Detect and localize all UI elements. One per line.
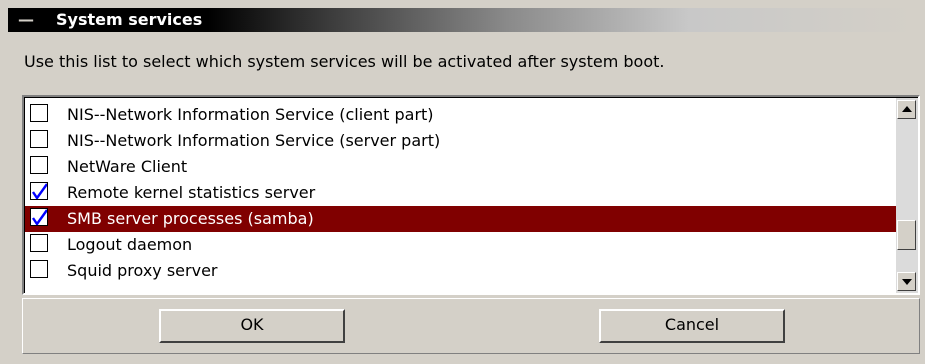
scroll-up-button[interactable] [897, 100, 916, 119]
service-row[interactable]: Squid proxy server [25, 258, 896, 284]
service-row[interactable]: Remote kernel statistics server [25, 180, 896, 206]
arrow-down-icon [902, 279, 912, 285]
scroll-down-button[interactable] [897, 272, 916, 291]
service-label: SMB server processes (samba) [67, 209, 314, 228]
service-checkbox[interactable] [30, 104, 48, 122]
window-title: System services [56, 10, 203, 29]
services-list: NIS--Network Information Service (client… [25, 102, 896, 284]
service-row[interactable]: NIS--Network Information Service (server… [25, 128, 896, 154]
cancel-button[interactable]: Cancel [599, 309, 785, 343]
service-row[interactable]: NetWare Client [25, 154, 896, 180]
services-listbox[interactable]: NIS--Network Information Service (client… [22, 95, 920, 295]
checkmark-icon [32, 209, 47, 225]
service-row[interactable]: Logout daemon [25, 232, 896, 258]
service-label: Squid proxy server [67, 261, 218, 280]
checkmark-icon [32, 183, 47, 199]
service-checkbox[interactable] [30, 234, 48, 252]
service-label: NIS--Network Information Service (server… [67, 131, 441, 150]
scroll-thumb[interactable] [897, 220, 916, 250]
service-checkbox[interactable] [30, 208, 48, 226]
description-text: Use this list to select which system ser… [24, 52, 665, 71]
service-checkbox[interactable] [30, 260, 48, 278]
arrow-up-icon [902, 106, 912, 112]
collapse-icon[interactable]: — [18, 12, 34, 28]
service-checkbox[interactable] [30, 156, 48, 174]
service-label: NetWare Client [67, 157, 188, 176]
service-row[interactable]: SMB server processes (samba) [25, 206, 896, 232]
service-checkbox[interactable] [30, 130, 48, 148]
vertical-scrollbar[interactable] [896, 98, 918, 293]
ok-button[interactable]: OK [159, 309, 345, 343]
listbox-frame: NIS--Network Information Service (client… [24, 97, 918, 293]
service-label: Remote kernel statistics server [67, 183, 316, 202]
title-bar: — System services [8, 8, 916, 32]
button-panel: OK Cancel [22, 298, 920, 354]
service-label: Logout daemon [67, 235, 193, 254]
service-label: NIS--Network Information Service (client… [67, 105, 434, 124]
service-checkbox[interactable] [30, 182, 48, 200]
service-row[interactable]: NIS--Network Information Service (client… [25, 102, 896, 128]
